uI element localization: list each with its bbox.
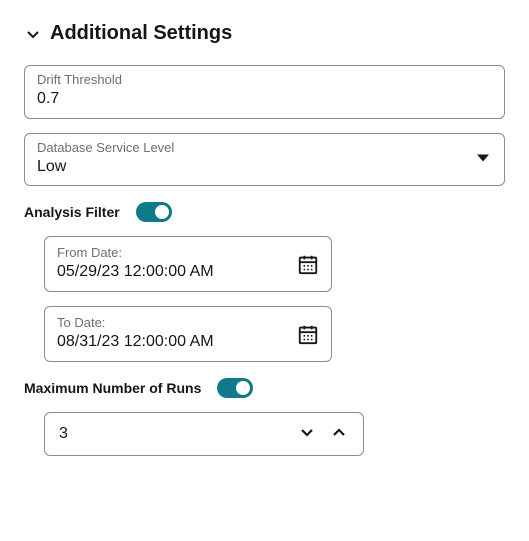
max-runs-input[interactable] bbox=[59, 425, 291, 443]
db-service-level-value: Low bbox=[37, 157, 492, 178]
section-title: Additional Settings bbox=[50, 22, 232, 45]
db-service-level-field[interactable]: Database Service Level Low bbox=[24, 133, 505, 187]
caret-down-icon bbox=[476, 150, 490, 169]
to-date-field[interactable]: To Date: 08/31/23 12:00:00 AM bbox=[44, 306, 332, 362]
calendar-icon[interactable] bbox=[297, 323, 319, 345]
chevron-down-icon bbox=[24, 25, 42, 43]
from-date-label: From Date: bbox=[57, 245, 297, 262]
analysis-filter-label: Analysis Filter bbox=[24, 204, 120, 220]
stepper-down-button[interactable] bbox=[291, 418, 323, 450]
from-date-value: 05/29/23 12:00:00 AM bbox=[57, 262, 297, 283]
analysis-filter-toggle[interactable] bbox=[136, 202, 172, 222]
chevron-down-icon bbox=[299, 424, 315, 443]
calendar-icon[interactable] bbox=[297, 253, 319, 275]
to-date-label: To Date: bbox=[57, 315, 297, 332]
drift-threshold-field[interactable]: Drift Threshold bbox=[24, 65, 505, 119]
max-runs-toggle[interactable] bbox=[217, 378, 253, 398]
max-runs-label: Maximum Number of Runs bbox=[24, 380, 201, 396]
drift-threshold-label: Drift Threshold bbox=[37, 72, 492, 89]
to-date-value: 08/31/23 12:00:00 AM bbox=[57, 332, 297, 353]
drift-threshold-input[interactable] bbox=[37, 89, 492, 110]
db-service-level-label: Database Service Level bbox=[37, 140, 492, 157]
stepper-up-button[interactable] bbox=[323, 418, 355, 450]
chevron-up-icon bbox=[331, 424, 347, 443]
max-runs-stepper[interactable] bbox=[44, 412, 364, 456]
from-date-field[interactable]: From Date: 05/29/23 12:00:00 AM bbox=[44, 236, 332, 292]
section-toggle[interactable]: Additional Settings bbox=[24, 22, 505, 45]
